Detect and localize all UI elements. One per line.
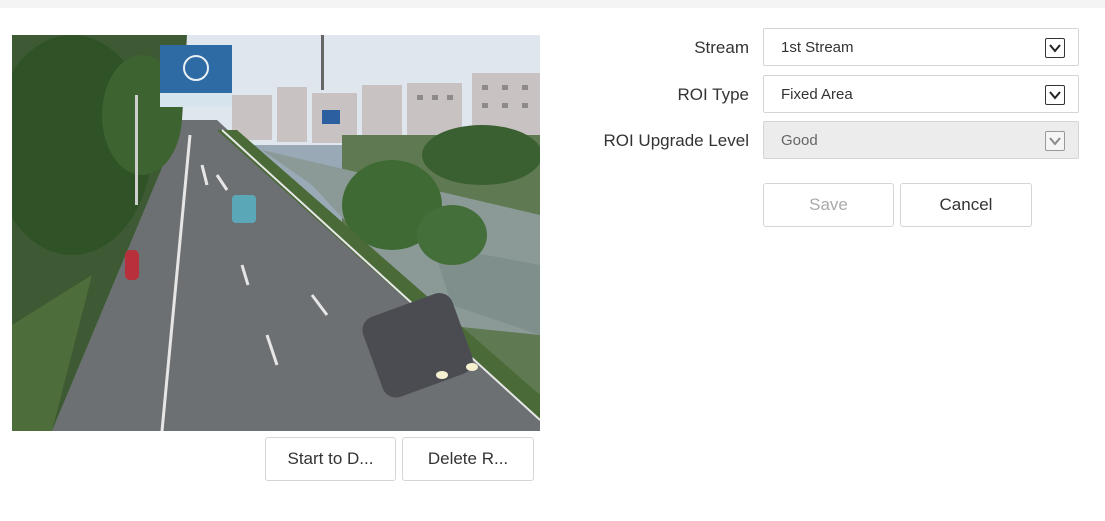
roi-level-value: Good [781, 131, 818, 149]
start-drawing-button[interactable]: Start to D... [265, 437, 396, 481]
roi-level-label: ROI Upgrade Level [603, 131, 749, 150]
roi-level-select[interactable]: Good [763, 121, 1079, 159]
live-video-preview[interactable] [12, 35, 540, 431]
delete-roi-button[interactable]: Delete R... [402, 437, 534, 481]
roi-type-value: Fixed Area [781, 85, 853, 103]
roi-type-select[interactable]: Fixed Area [763, 75, 1079, 113]
stream-value: 1st Stream [781, 38, 854, 56]
cancel-button[interactable]: Cancel [900, 183, 1032, 227]
roi-settings-panel: Start to D... Delete R... Stream 1st Str… [0, 8, 1105, 521]
video-frame [12, 35, 540, 431]
roi-type-label: ROI Type [677, 85, 750, 104]
stream-label: Stream [694, 38, 749, 57]
chevron-down-icon[interactable] [1045, 38, 1065, 58]
stream-select[interactable]: 1st Stream [763, 28, 1079, 66]
chevron-down-icon[interactable] [1045, 85, 1065, 105]
save-button[interactable]: Save [763, 183, 894, 227]
chevron-down-icon[interactable] [1045, 131, 1065, 151]
